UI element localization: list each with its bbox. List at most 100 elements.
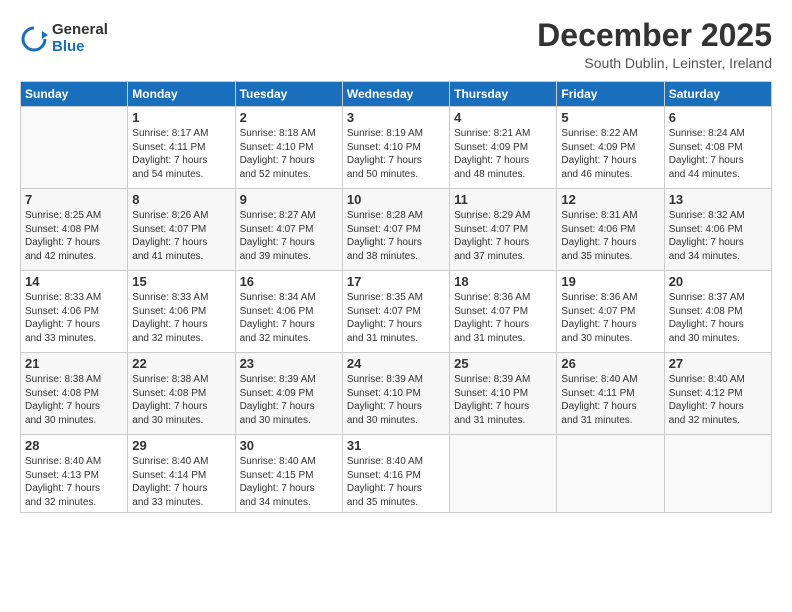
day-info: Sunrise: 8:36 AMSunset: 4:07 PMDaylight:… xyxy=(454,291,552,345)
day-info: Sunrise: 8:22 AMSunset: 4:09 PMDaylight:… xyxy=(561,127,659,181)
day-number: 1 xyxy=(132,110,230,125)
calendar-cell: 3 Sunrise: 8:19 AMSunset: 4:10 PMDaylight… xyxy=(342,107,449,189)
day-number: 4 xyxy=(454,110,552,125)
logo-blue: Blue xyxy=(52,39,108,56)
calendar-cell: 1 Sunrise: 8:17 AMSunset: 4:11 PMDaylight… xyxy=(128,107,235,189)
calendar-cell: 23 Sunrise: 8:39 AMSunset: 4:09 PMDayligh… xyxy=(235,353,342,435)
logo-text: General Blue xyxy=(52,22,108,55)
day-header-monday: Monday xyxy=(128,82,235,107)
calendar-cell: 28 Sunrise: 8:40 AMSunset: 4:13 PMDayligh… xyxy=(21,435,128,513)
day-number: 2 xyxy=(240,110,338,125)
day-number: 27 xyxy=(669,356,767,371)
day-number: 26 xyxy=(561,356,659,371)
calendar-cell: 15 Sunrise: 8:33 AMSunset: 4:06 PMDayligh… xyxy=(128,271,235,353)
day-info: Sunrise: 8:39 AMSunset: 4:10 PMDaylight:… xyxy=(454,373,552,427)
day-number: 14 xyxy=(25,274,123,289)
day-info: Sunrise: 8:24 AMSunset: 4:08 PMDaylight:… xyxy=(669,127,767,181)
calendar-cell: 14 Sunrise: 8:33 AMSunset: 4:06 PMDayligh… xyxy=(21,271,128,353)
day-info: Sunrise: 8:25 AMSunset: 4:08 PMDaylight:… xyxy=(25,209,123,263)
day-header-saturday: Saturday xyxy=(664,82,771,107)
calendar-table: SundayMondayTuesdayWednesdayThursdayFrid… xyxy=(20,81,772,513)
day-info: Sunrise: 8:17 AMSunset: 4:11 PMDaylight:… xyxy=(132,127,230,181)
day-info: Sunrise: 8:32 AMSunset: 4:06 PMDaylight:… xyxy=(669,209,767,263)
calendar-cell: 5 Sunrise: 8:22 AMSunset: 4:09 PMDaylight… xyxy=(557,107,664,189)
day-info: Sunrise: 8:27 AMSunset: 4:07 PMDaylight:… xyxy=(240,209,338,263)
day-number: 15 xyxy=(132,274,230,289)
day-info: Sunrise: 8:35 AMSunset: 4:07 PMDaylight:… xyxy=(347,291,445,345)
logo-icon xyxy=(20,25,48,53)
calendar-cell: 22 Sunrise: 8:38 AMSunset: 4:08 PMDayligh… xyxy=(128,353,235,435)
day-number: 8 xyxy=(132,192,230,207)
day-header-thursday: Thursday xyxy=(450,82,557,107)
calendar-week-row: 28 Sunrise: 8:40 AMSunset: 4:13 PMDayligh… xyxy=(21,435,772,513)
logo-general: General xyxy=(52,22,108,39)
calendar-cell: 25Sunrise: 8:39 AMSunset: 4:10 PMDayligh… xyxy=(450,353,557,435)
day-info: Sunrise: 8:40 AMSunset: 4:11 PMDaylight:… xyxy=(561,373,659,427)
day-number: 11 xyxy=(454,192,552,207)
day-number: 19 xyxy=(561,274,659,289)
day-info: Sunrise: 8:40 AMSunset: 4:13 PMDaylight:… xyxy=(25,455,123,509)
calendar-week-row: 21 Sunrise: 8:38 AMSunset: 4:08 PMDayligh… xyxy=(21,353,772,435)
day-header-sunday: Sunday xyxy=(21,82,128,107)
day-info: Sunrise: 8:34 AMSunset: 4:06 PMDaylight:… xyxy=(240,291,338,345)
day-info: Sunrise: 8:39 AMSunset: 4:09 PMDaylight:… xyxy=(240,373,338,427)
day-number: 6 xyxy=(669,110,767,125)
page: General Blue December 2025 South Dublin,… xyxy=(0,0,792,612)
calendar-cell: 8Sunrise: 8:26 AMSunset: 4:07 PMDaylight… xyxy=(128,189,235,271)
day-number: 29 xyxy=(132,438,230,453)
day-info: Sunrise: 8:40 AMSunset: 4:16 PMDaylight:… xyxy=(347,455,445,509)
day-info: Sunrise: 8:33 AMSunset: 4:06 PMDaylight:… xyxy=(132,291,230,345)
day-info: Sunrise: 8:33 AMSunset: 4:06 PMDaylight:… xyxy=(25,291,123,345)
day-info: Sunrise: 8:38 AMSunset: 4:08 PMDaylight:… xyxy=(132,373,230,427)
header: General Blue December 2025 South Dublin,… xyxy=(20,18,772,71)
calendar-cell: 19 Sunrise: 8:36 AMSunset: 4:07 PMDayligh… xyxy=(557,271,664,353)
day-info: Sunrise: 8:40 AMSunset: 4:14 PMDaylight:… xyxy=(132,455,230,509)
day-header-friday: Friday xyxy=(557,82,664,107)
calendar-cell xyxy=(557,435,664,513)
calendar-cell: 2 Sunrise: 8:18 AMSunset: 4:10 PMDaylight… xyxy=(235,107,342,189)
calendar-cell: 27Sunrise: 8:40 AMSunset: 4:12 PMDayligh… xyxy=(664,353,771,435)
calendar-cell: 10Sunrise: 8:28 AMSunset: 4:07 PMDayligh… xyxy=(342,189,449,271)
day-info: Sunrise: 8:36 AMSunset: 4:07 PMDaylight:… xyxy=(561,291,659,345)
day-info: Sunrise: 8:31 AMSunset: 4:06 PMDaylight:… xyxy=(561,209,659,263)
calendar-week-row: 1 Sunrise: 8:17 AMSunset: 4:11 PMDaylight… xyxy=(21,107,772,189)
calendar-cell: 9Sunrise: 8:27 AMSunset: 4:07 PMDaylight… xyxy=(235,189,342,271)
day-number: 3 xyxy=(347,110,445,125)
day-number: 7 xyxy=(25,192,123,207)
day-number: 22 xyxy=(132,356,230,371)
calendar-cell: 26 Sunrise: 8:40 AMSunset: 4:11 PMDayligh… xyxy=(557,353,664,435)
month-title: December 2025 xyxy=(537,18,772,53)
day-info: Sunrise: 8:29 AMSunset: 4:07 PMDaylight:… xyxy=(454,209,552,263)
day-number: 16 xyxy=(240,274,338,289)
day-info: Sunrise: 8:38 AMSunset: 4:08 PMDaylight:… xyxy=(25,373,123,427)
day-number: 5 xyxy=(561,110,659,125)
day-number: 28 xyxy=(25,438,123,453)
logo: General Blue xyxy=(20,22,108,55)
day-info: Sunrise: 8:18 AMSunset: 4:10 PMDaylight:… xyxy=(240,127,338,181)
calendar-cell: 24Sunrise: 8:39 AMSunset: 4:10 PMDayligh… xyxy=(342,353,449,435)
day-info: Sunrise: 8:40 AMSunset: 4:15 PMDaylight:… xyxy=(240,455,338,509)
day-number: 21 xyxy=(25,356,123,371)
calendar-week-row: 14 Sunrise: 8:33 AMSunset: 4:06 PMDayligh… xyxy=(21,271,772,353)
day-number: 12 xyxy=(561,192,659,207)
day-header-wednesday: Wednesday xyxy=(342,82,449,107)
day-number: 30 xyxy=(240,438,338,453)
location: South Dublin, Leinster, Ireland xyxy=(537,55,772,71)
title-block: December 2025 South Dublin, Leinster, Ir… xyxy=(537,18,772,71)
day-number: 18 xyxy=(454,274,552,289)
day-number: 13 xyxy=(669,192,767,207)
calendar-cell: 30 Sunrise: 8:40 AMSunset: 4:15 PMDayligh… xyxy=(235,435,342,513)
calendar-week-row: 7 Sunrise: 8:25 AMSunset: 4:08 PMDaylight… xyxy=(21,189,772,271)
day-number: 23 xyxy=(240,356,338,371)
day-number: 24 xyxy=(347,356,445,371)
calendar-cell: 18 Sunrise: 8:36 AMSunset: 4:07 PMDayligh… xyxy=(450,271,557,353)
day-info: Sunrise: 8:19 AMSunset: 4:10 PMDaylight:… xyxy=(347,127,445,181)
calendar-cell: 13 Sunrise: 8:32 AMSunset: 4:06 PMDayligh… xyxy=(664,189,771,271)
calendar-cell: 17Sunrise: 8:35 AMSunset: 4:07 PMDayligh… xyxy=(342,271,449,353)
calendar-cell: 6 Sunrise: 8:24 AMSunset: 4:08 PMDaylight… xyxy=(664,107,771,189)
calendar-cell: 7 Sunrise: 8:25 AMSunset: 4:08 PMDaylight… xyxy=(21,189,128,271)
day-header-tuesday: Tuesday xyxy=(235,82,342,107)
calendar-cell: 16 Sunrise: 8:34 AMSunset: 4:06 PMDayligh… xyxy=(235,271,342,353)
calendar-cell: 11 Sunrise: 8:29 AMSunset: 4:07 PMDayligh… xyxy=(450,189,557,271)
calendar-cell xyxy=(664,435,771,513)
